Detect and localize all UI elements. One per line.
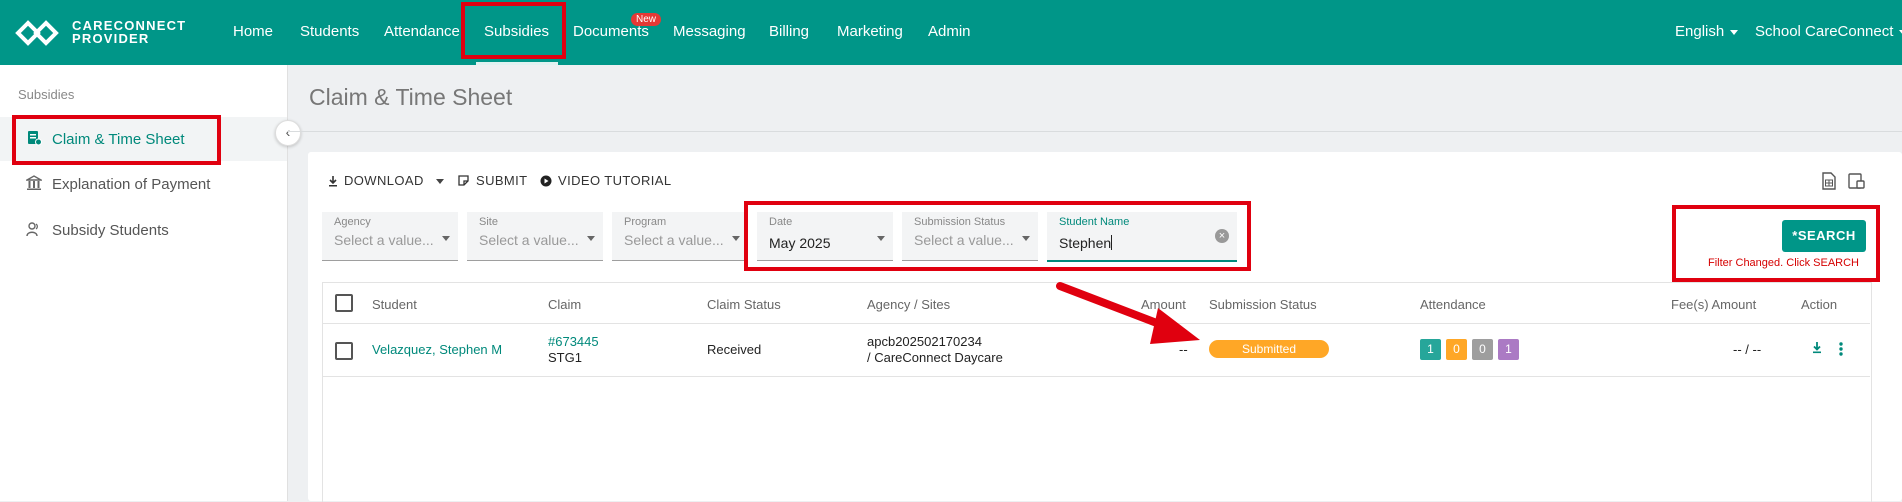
agency-filter-label: Agency xyxy=(334,216,371,228)
active-nav-indicator xyxy=(476,62,558,65)
top-navbar: CARECONNECT PROVIDER Home Students Atten… xyxy=(0,0,1902,65)
download-label: DOWNLOAD xyxy=(344,173,424,188)
highlight-filters xyxy=(744,201,1251,271)
app-logo[interactable]: CARECONNECT PROVIDER xyxy=(14,18,186,48)
row-download-icon[interactable] xyxy=(1811,341,1823,354)
bank-icon xyxy=(26,175,42,190)
site-filter[interactable]: Site Select a value... xyxy=(467,212,603,261)
logo-text: CARECONNECT PROVIDER xyxy=(72,19,186,45)
fees-amount: -- / -- xyxy=(1733,342,1762,357)
attendance-badge-present: 1 xyxy=(1420,339,1441,360)
submit-icon xyxy=(458,175,469,186)
chevron-down-icon xyxy=(732,236,740,241)
school-selector[interactable]: School CareConnect xyxy=(1755,23,1902,40)
site-name: / CareConnect Daycare xyxy=(867,350,1003,365)
logo-mark-icon xyxy=(15,20,59,46)
chevron-down-icon xyxy=(1730,29,1739,35)
claim-number-link[interactable]: #673445 xyxy=(548,334,599,350)
more-vert-icon[interactable] xyxy=(1838,341,1844,357)
page-title: Claim & Time Sheet xyxy=(309,84,513,110)
attendance-badge-partial: 0 xyxy=(1446,339,1467,360)
row-checkbox[interactable] xyxy=(335,342,353,360)
program-filter-placeholder: Select a value... xyxy=(624,232,724,248)
row-divider xyxy=(323,376,1870,377)
header-claim[interactable]: Claim xyxy=(548,297,581,312)
nav-messaging[interactable]: Messaging xyxy=(673,23,746,40)
chevron-down-icon xyxy=(587,236,595,241)
logo-line-2: PROVIDER xyxy=(72,31,150,46)
sidebar-item-label: Subsidy Students xyxy=(52,222,169,239)
header-attendance[interactable]: Attendance xyxy=(1420,297,1486,312)
annotation-arrow-icon xyxy=(1056,282,1200,344)
header-claim-status[interactable]: Claim Status xyxy=(707,297,781,312)
language-selector[interactable]: English xyxy=(1675,23,1739,40)
nav-attendance[interactable]: Attendance xyxy=(384,23,460,40)
header-student[interactable]: Student xyxy=(372,297,417,312)
sidebar-heading: Subsidies xyxy=(18,87,75,102)
sidebar-item-explanation-of-payment[interactable]: Explanation of Payment xyxy=(0,162,287,206)
title-divider xyxy=(288,131,1902,132)
column-settings-icon[interactable] xyxy=(1847,172,1865,190)
language-label: English xyxy=(1675,23,1725,40)
submit-button[interactable]: SUBMIT xyxy=(457,173,528,188)
student-name-link[interactable]: Velazquez, Stephen M xyxy=(372,342,502,358)
sidebar-item-label: Explanation of Payment xyxy=(52,176,211,193)
header-agency-sites[interactable]: Agency / Sites xyxy=(867,297,950,312)
nav-students[interactable]: Students xyxy=(300,23,359,40)
download-button[interactable]: DOWNLOAD xyxy=(328,173,444,188)
agency-filter[interactable]: Agency Select a value... xyxy=(322,212,458,261)
program-filter[interactable]: Program Select a value... xyxy=(612,212,748,261)
highlight-search xyxy=(1672,205,1880,282)
site-filter-placeholder: Select a value... xyxy=(479,232,579,248)
claim-code: STG1 xyxy=(548,350,582,365)
nav-admin[interactable]: Admin xyxy=(928,23,971,40)
program-filter-label: Program xyxy=(624,216,667,228)
video-tutorial-button[interactable]: VIDEO TUTORIAL xyxy=(540,173,671,188)
sidebar-item-subsidy-students[interactable]: Subsidy Students xyxy=(0,208,287,252)
header-submission-status[interactable]: Submission Status xyxy=(1209,297,1317,312)
download-icon xyxy=(329,176,337,187)
site-filter-label: Site xyxy=(479,216,498,228)
submission-status-badge: Submitted xyxy=(1209,340,1329,358)
header-action: Action xyxy=(1801,297,1838,312)
sidebar-collapse-button[interactable]: ‹ xyxy=(275,120,301,146)
agency-id: apcb202502170234 xyxy=(867,334,982,349)
agency-filter-placeholder: Select a value... xyxy=(334,232,434,248)
school-label: School CareConnect xyxy=(1755,23,1894,40)
chevron-down-icon xyxy=(442,236,450,241)
video-tutorial-label: VIDEO TUTORIAL xyxy=(558,173,672,188)
chevron-down-icon[interactable] xyxy=(435,179,444,185)
attendance-badge-absent: 0 xyxy=(1472,339,1493,360)
claim-status: Received xyxy=(707,342,762,357)
highlight-claim-sidebar-item xyxy=(12,115,221,165)
users-icon xyxy=(26,222,38,237)
export-spreadsheet-icon[interactable] xyxy=(1820,172,1838,190)
highlight-subsidies-nav xyxy=(461,2,566,59)
nav-billing[interactable]: Billing xyxy=(769,23,809,40)
nav-home[interactable]: Home xyxy=(233,23,273,40)
submit-label: SUBMIT xyxy=(476,173,528,188)
play-circle-icon xyxy=(540,175,552,187)
nav-marketing[interactable]: Marketing xyxy=(837,23,903,40)
attendance-badge-other: 1 xyxy=(1498,339,1519,360)
new-badge: New xyxy=(631,13,662,26)
header-fees-amount[interactable]: Fee(s) Amount xyxy=(1671,297,1756,312)
select-all-checkbox[interactable] xyxy=(335,294,353,312)
